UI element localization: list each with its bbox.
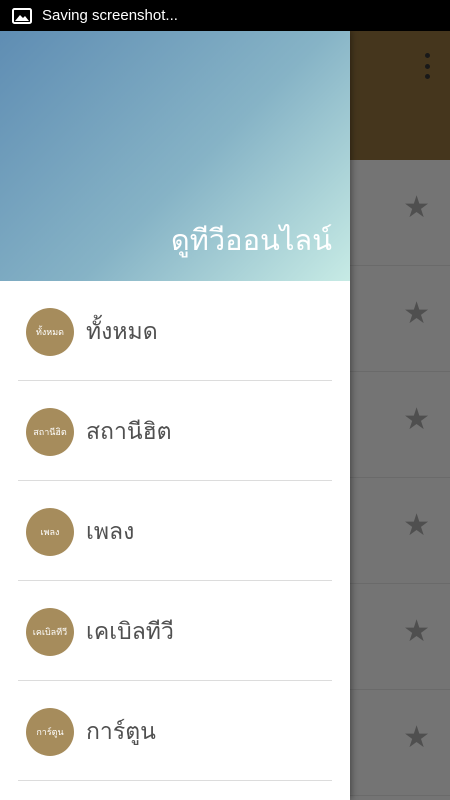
drawer-item-music[interactable]: เพลง เพลง <box>0 481 350 581</box>
navigation-drawer: ดูทีวีออนไลน์ ทั้งหมด ทั้งหมด สถานีฮิต ส… <box>0 31 350 800</box>
drawer-item-all[interactable]: ทั้งหมด ทั้งหมด <box>0 281 350 381</box>
drawer-item-label: เพลง <box>86 519 135 545</box>
status-text: Saving screenshot... <box>42 7 178 24</box>
drawer-item-label: เคเบิลทีวี <box>86 619 174 645</box>
divider <box>18 780 332 781</box>
category-badge: สถานีฮิต <box>26 408 74 456</box>
category-badge: ทั้งหมด <box>26 308 74 356</box>
category-badge: การ์ตูน <box>26 708 74 756</box>
drawer-header: ดูทีวีออนไลน์ <box>0 31 350 281</box>
drawer-item-label: ทั้งหมด <box>86 319 158 345</box>
drawer-title: ดูทีวีออนไลน์ <box>170 223 332 257</box>
drawer-menu: ทั้งหมด ทั้งหมด สถานีฮิต สถานีฮิต เพลง เ… <box>0 281 350 781</box>
category-badge: เคเบิลทีวี <box>26 608 74 656</box>
category-badge: เพลง <box>26 508 74 556</box>
drawer-item-label: สถานีฮิต <box>86 419 172 445</box>
drawer-item-cable-tv[interactable]: เคเบิลทีวี เคเบิลทีวี <box>0 581 350 681</box>
drawer-item-label: การ์ตูน <box>86 719 156 745</box>
drawer-item-cartoon[interactable]: การ์ตูน การ์ตูน <box>0 681 350 781</box>
image-icon <box>12 7 32 24</box>
status-bar: Saving screenshot... <box>0 0 450 31</box>
drawer-item-hit-stations[interactable]: สถานีฮิต สถานีฮิต <box>0 381 350 481</box>
